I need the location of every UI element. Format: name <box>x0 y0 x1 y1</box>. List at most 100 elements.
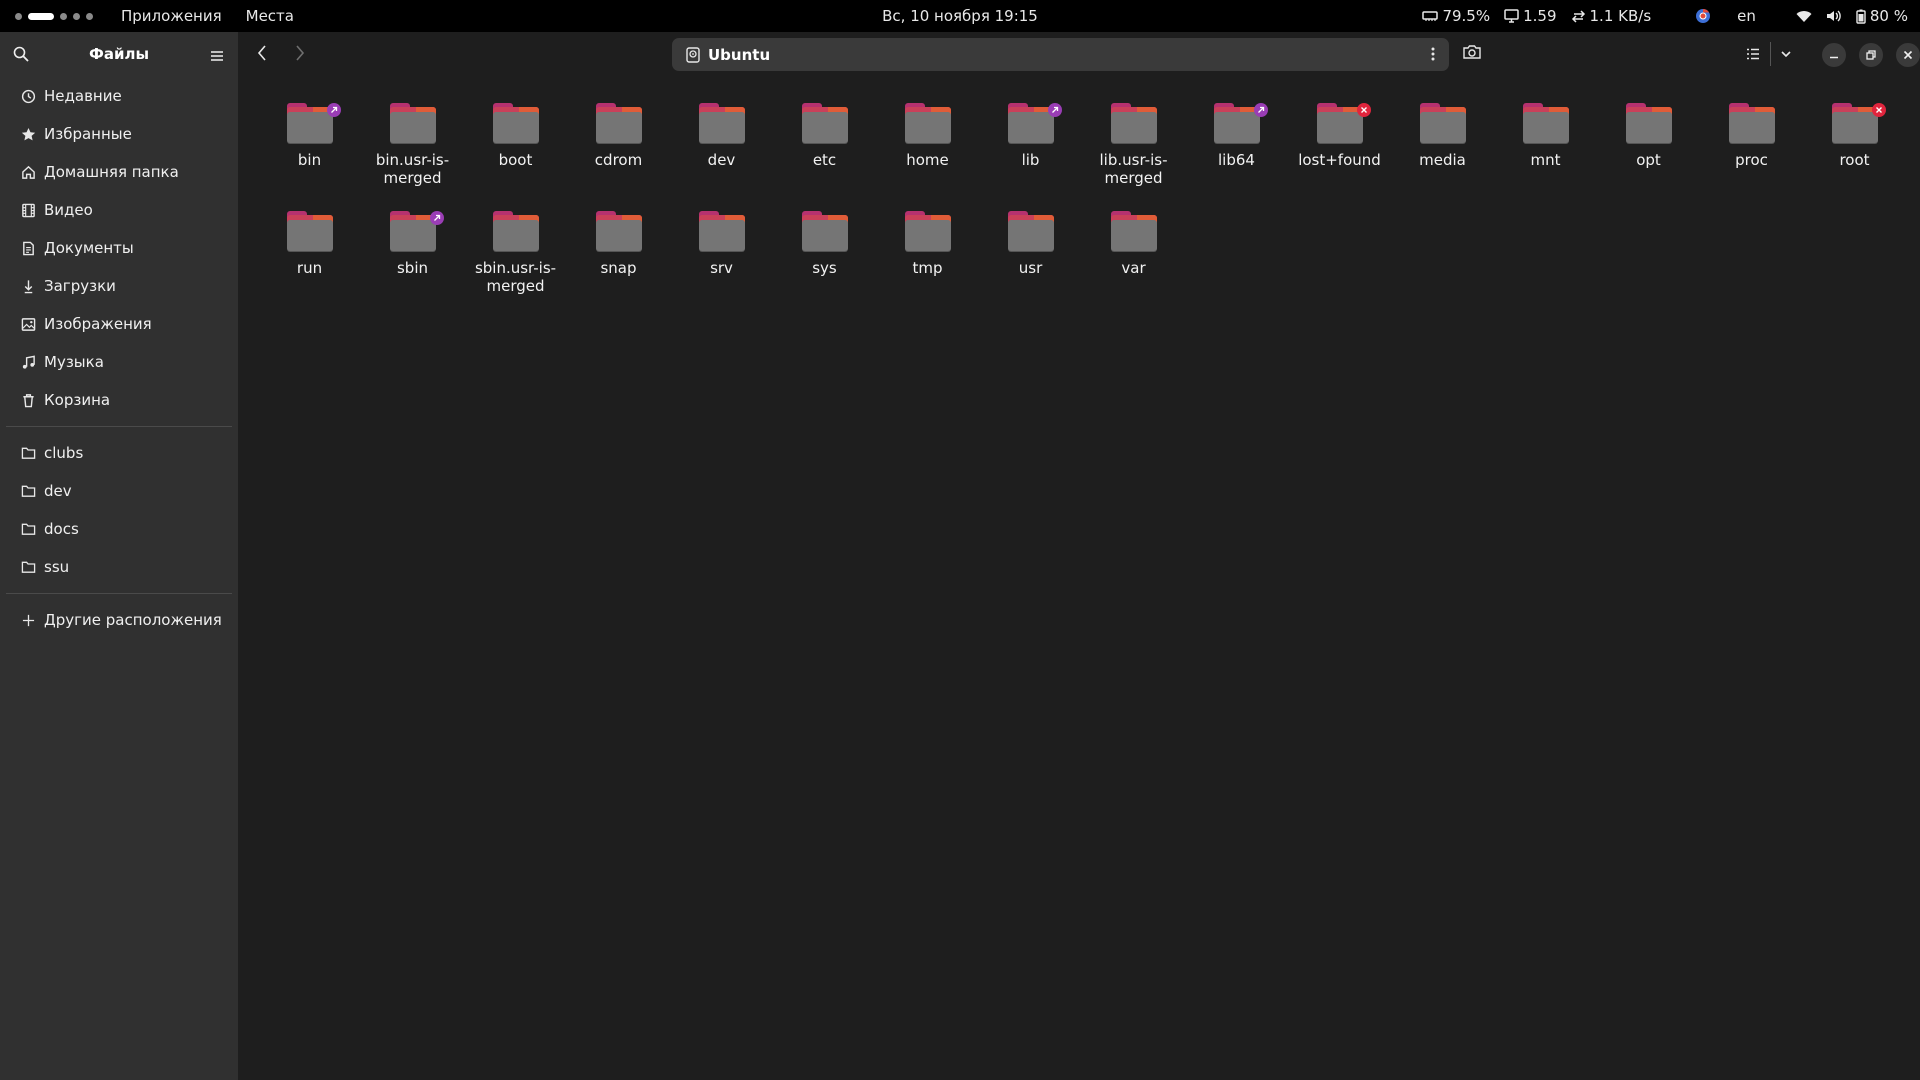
workspace-dot[interactable] <box>86 12 93 20</box>
sidebar-item-label: dev <box>44 482 72 500</box>
view-options-button[interactable] <box>1780 45 1792 64</box>
folder-icon <box>21 523 35 535</box>
minimize-icon <box>1830 56 1838 59</box>
symlink-emblem-icon <box>1254 103 1268 117</box>
file-name: etc <box>812 151 837 169</box>
sidebar-item-label: docs <box>44 520 79 538</box>
file-item[interactable]: sbin.usr-is-merged <box>464 205 567 313</box>
language-indicator[interactable]: en <box>1737 7 1756 25</box>
folder-icon <box>1728 103 1775 143</box>
file-item[interactable]: boot <box>464 97 567 205</box>
file-item[interactable]: lost+found <box>1288 97 1391 205</box>
hamburger-menu-icon <box>211 51 223 61</box>
sidebar-item-videos[interactable]: Видео <box>0 191 238 229</box>
sidebar-item-pictures[interactable]: Изображения <box>0 305 238 343</box>
close-button[interactable] <box>1896 43 1920 67</box>
apps-menu[interactable]: Приложения <box>121 7 222 25</box>
sidebar-item-clubs[interactable]: clubs <box>0 434 238 472</box>
path-bar[interactable]: Ubuntu <box>672 38 1449 71</box>
sidebar-item-home[interactable]: Домашняя папка <box>0 153 238 191</box>
sidebar-divider <box>6 593 232 594</box>
file-item[interactable]: home <box>876 97 979 205</box>
sidebar-item-music[interactable]: Музыка <box>0 343 238 381</box>
file-item[interactable]: lib.usr-is-merged <box>1082 97 1185 205</box>
sidebar-item-trash[interactable]: Корзина <box>0 381 238 419</box>
workspace-dot[interactable] <box>73 12 80 20</box>
file-item[interactable]: mnt <box>1494 97 1597 205</box>
top-bar: Приложения Места Вс, 10 ноября 19:15 79.… <box>0 0 1920 32</box>
chevron-down-icon <box>1781 51 1791 58</box>
file-name: root <box>1839 151 1870 169</box>
screenshot-button[interactable] <box>1463 44 1481 64</box>
file-item[interactable]: sbin <box>361 205 464 313</box>
folder-icon <box>698 211 745 251</box>
file-item[interactable]: tmp <box>876 205 979 313</box>
back-button[interactable] <box>256 44 268 66</box>
list-view-button[interactable] <box>1746 45 1760 64</box>
file-item[interactable]: bin.usr-is-merged <box>361 97 464 205</box>
sidebar-item-starred[interactable]: Избранные <box>0 115 238 153</box>
folder-icon <box>389 103 436 143</box>
sidebar-item-other-locations[interactable]: Другие расположения <box>0 601 238 639</box>
folder-icon <box>904 211 951 251</box>
sidebar-item-label: Загрузки <box>44 277 116 295</box>
file-grid: bin bin.usr-is-merged boot cdrom dev etc home l… <box>258 97 1918 313</box>
file-item[interactable]: media <box>1391 97 1494 205</box>
document-icon <box>22 241 34 255</box>
workspace-active[interactable] <box>28 12 54 20</box>
file-item[interactable]: root <box>1803 97 1906 205</box>
sidebar-item-label: Другие расположения <box>44 611 222 629</box>
file-item[interactable]: cdrom <box>567 97 670 205</box>
file-item[interactable]: dev <box>670 97 773 205</box>
sidebar-item-label: Недавние <box>44 87 122 105</box>
file-item[interactable]: snap <box>567 205 670 313</box>
main-menu-button[interactable] <box>210 47 224 66</box>
places-menu[interactable]: Места <box>246 7 294 25</box>
file-item[interactable]: etc <box>773 97 876 205</box>
chrome-icon[interactable] <box>1695 8 1711 24</box>
location-menu-button[interactable] <box>1431 46 1435 66</box>
file-name: run <box>296 259 323 277</box>
workspace-dot[interactable] <box>15 12 22 20</box>
file-item[interactable]: lib64 <box>1185 97 1288 205</box>
toolbar-divider <box>1770 42 1771 66</box>
file-item[interactable]: opt <box>1597 97 1700 205</box>
workspace-dot[interactable] <box>60 12 67 20</box>
symlink-emblem-icon <box>327 103 341 117</box>
file-name: opt <box>1636 151 1661 169</box>
minimize-button[interactable] <box>1822 43 1846 67</box>
file-view[interactable]: bin bin.usr-is-merged boot cdrom dev etc home l… <box>238 77 1920 1080</box>
sidebar-item-downloads[interactable]: Загрузки <box>0 267 238 305</box>
battery-level: 80 % <box>1869 7 1908 25</box>
sidebar-item-recent[interactable]: Недавние <box>0 77 238 115</box>
file-item[interactable]: sys <box>773 205 876 313</box>
current-location[interactable]: Ubuntu <box>708 46 770 64</box>
folder-icon <box>492 103 539 143</box>
sidebar-item-dev[interactable]: dev <box>0 472 238 510</box>
sidebar-item-ssu[interactable]: ssu <box>0 548 238 586</box>
bookmarks-list: clubs dev docs ssu <box>0 434 238 586</box>
file-item[interactable]: bin <box>258 97 361 205</box>
folder-icon <box>1831 103 1878 143</box>
file-item[interactable]: var <box>1082 205 1185 313</box>
clock[interactable]: Вс, 10 ноября 19:15 <box>882 7 1038 25</box>
forward-button[interactable] <box>294 44 306 66</box>
sidebar-item-docs[interactable]: docs <box>0 510 238 548</box>
file-item[interactable]: proc <box>1700 97 1803 205</box>
folder-icon <box>801 103 848 143</box>
maximize-button[interactable] <box>1859 43 1883 67</box>
workspace-indicator[interactable] <box>15 12 93 20</box>
no-access-emblem-icon <box>1872 103 1886 117</box>
file-item[interactable]: run <box>258 205 361 313</box>
cpu-load: 1.59 <box>1523 7 1557 25</box>
file-item[interactable]: srv <box>670 205 773 313</box>
file-name: sbin <box>396 259 428 277</box>
file-item[interactable]: usr <box>979 205 1082 313</box>
sidebar-item-documents[interactable]: Документы <box>0 229 238 267</box>
folder-icon <box>1110 211 1157 251</box>
file-name: var <box>1121 259 1146 277</box>
file-item[interactable]: lib <box>979 97 1082 205</box>
clock-icon <box>21 89 35 103</box>
folder-icon <box>1522 103 1569 143</box>
system-tray[interactable]: 79.5% 1.59 1.1 KB/s en 80 % <box>1422 0 1908 32</box>
